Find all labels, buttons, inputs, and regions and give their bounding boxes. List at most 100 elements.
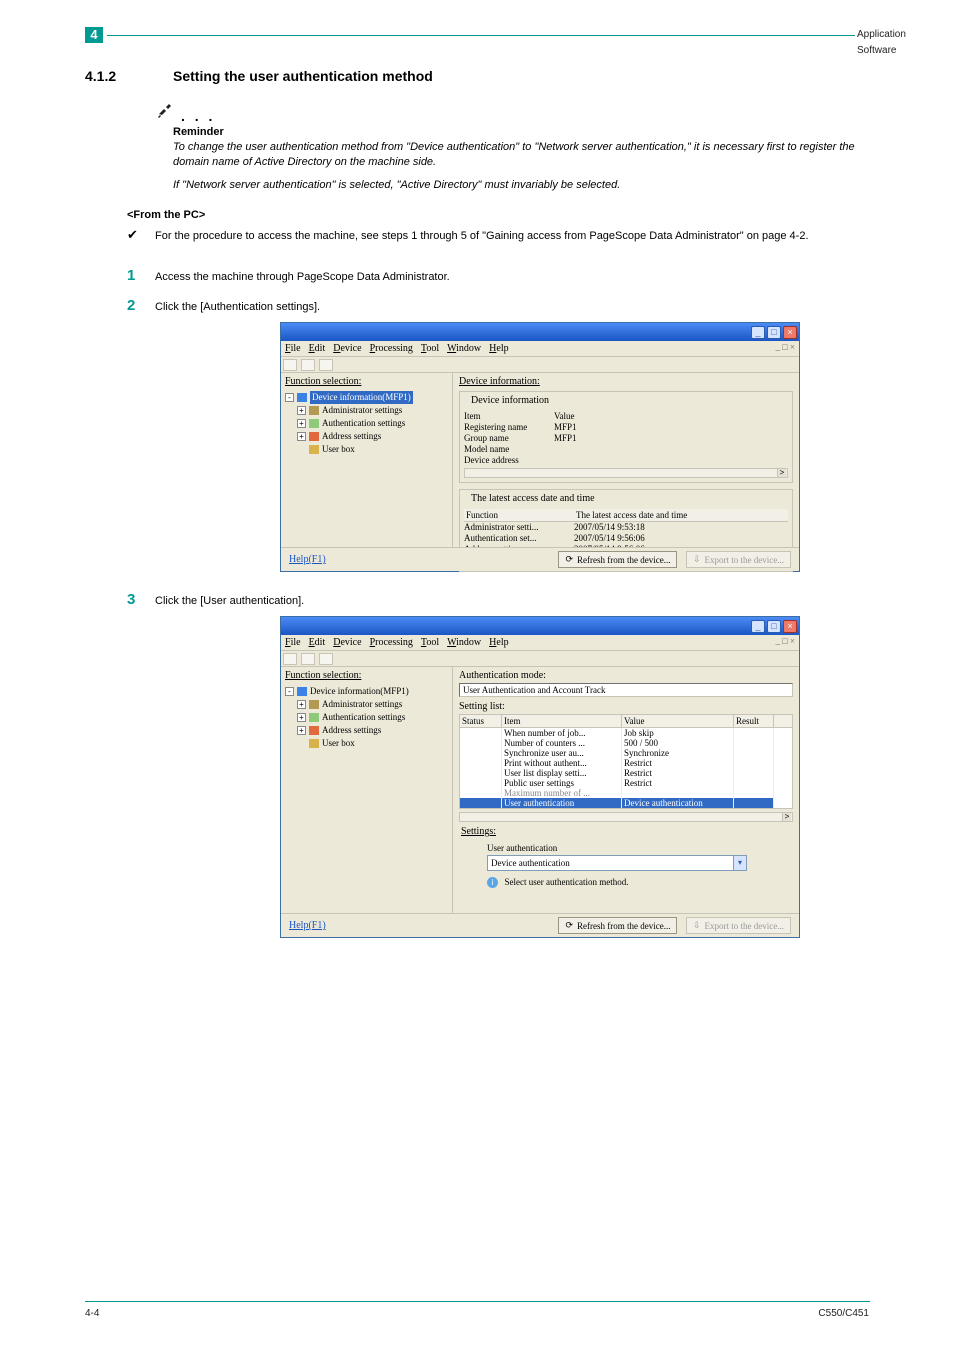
tree-admin[interactable]: + Administrator settings: [285, 404, 448, 417]
minimize-button[interactable]: _: [751, 326, 765, 339]
tree-addr[interactable]: + Address settings: [285, 724, 448, 737]
footer-rule: [85, 1301, 870, 1302]
menu-help[interactable]: Help: [489, 637, 508, 648]
menu-window[interactable]: Window: [447, 637, 481, 648]
mdi-caption-buttons: _ □ ×: [775, 342, 795, 352]
menu-window[interactable]: Window: [447, 343, 481, 354]
tree: - Device information(MFP1) + Administrat…: [285, 685, 448, 750]
cell: Group name: [464, 433, 554, 443]
expand-icon[interactable]: +: [297, 713, 306, 722]
maximize-button[interactable]: □: [767, 620, 781, 633]
maximize-button[interactable]: □: [767, 326, 781, 339]
cell: Model name: [464, 444, 554, 454]
titlebar: _ □ ×: [281, 617, 799, 635]
right-pane: Authentication mode: User Authentication…: [453, 667, 799, 913]
tree-auth[interactable]: + Authentication settings: [285, 711, 448, 724]
help-link[interactable]: Help(F1): [289, 920, 326, 931]
tree-item-label: User box: [322, 443, 355, 456]
left-pane: Function selection: - Device information…: [281, 667, 453, 913]
refresh-button[interactable]: ⟳ Refresh from the device...: [558, 551, 677, 568]
refresh-icon: ⟳: [565, 554, 573, 565]
cell-user-auth[interactable]: User authentication: [502, 798, 622, 808]
tool-icon[interactable]: [283, 653, 297, 665]
reminder-p1: To change the user authentication method…: [173, 140, 873, 170]
tree-admin[interactable]: + Administrator settings: [285, 698, 448, 711]
tool-icon[interactable]: [301, 359, 315, 371]
cell: Administrator setti...: [464, 522, 574, 532]
tree-device-info[interactable]: - Device information(MFP1): [285, 391, 448, 404]
menu-tool[interactable]: Tool: [421, 343, 439, 354]
menu-device[interactable]: Device: [333, 343, 361, 354]
expand-icon[interactable]: +: [297, 726, 306, 735]
tool-icon[interactable]: [301, 653, 315, 665]
scroll-stub[interactable]: >: [459, 812, 793, 822]
expand-icon[interactable]: -: [285, 687, 294, 696]
userbox-icon: [309, 445, 319, 454]
auth-icon: [309, 713, 319, 722]
menu-edit[interactable]: Edit: [309, 637, 326, 648]
auth-mode-label: Authentication mode:: [459, 670, 793, 681]
expand-icon[interactable]: +: [297, 432, 306, 441]
step1-text: Access the machine through PageScope Dat…: [155, 270, 870, 285]
scroll-stub[interactable]: >: [464, 468, 788, 478]
menu-tool[interactable]: Tool: [421, 637, 439, 648]
cell: MFP1: [554, 422, 788, 432]
scroll-right-icon[interactable]: >: [777, 469, 786, 477]
user-auth-combo[interactable]: Device authentication ▾: [487, 855, 747, 871]
menu-file[interactable]: File: [285, 637, 301, 648]
tree-userbox[interactable]: User box: [285, 443, 448, 456]
tree-device-info[interactable]: - Device information(MFP1): [285, 685, 448, 698]
reminder-hand-icon: [156, 100, 176, 120]
cell: [554, 444, 788, 454]
tree-addr[interactable]: + Address settings: [285, 430, 448, 443]
tool-icon[interactable]: [319, 359, 333, 371]
auth-icon: [309, 419, 319, 428]
setting-list[interactable]: When number of job...Job skip Number of …: [459, 728, 793, 809]
userbox-icon: [309, 739, 319, 748]
menu-processing[interactable]: Processing: [370, 343, 413, 354]
hint-text: Select user authentication method.: [505, 877, 629, 887]
cell: Device address: [464, 455, 554, 465]
close-button[interactable]: ×: [783, 620, 797, 633]
devinfo-title: Device information:: [459, 376, 793, 387]
tool-icon[interactable]: [283, 359, 297, 371]
cell: Synchronize: [622, 748, 734, 758]
menu-file[interactable]: File: [285, 343, 301, 354]
expand-icon[interactable]: -: [285, 393, 294, 402]
help-link[interactable]: Help(F1): [289, 554, 326, 565]
cell: Device authentication: [622, 798, 734, 808]
refresh-button[interactable]: ⟳ Refresh from the device...: [558, 917, 677, 934]
combo-value: Device authentication: [491, 858, 570, 868]
tree-auth[interactable]: + Authentication settings: [285, 417, 448, 430]
close-button[interactable]: ×: [783, 326, 797, 339]
minimize-button[interactable]: _: [751, 620, 765, 633]
refresh-icon: ⟳: [565, 920, 573, 931]
expand-icon[interactable]: +: [297, 406, 306, 415]
col-status: Status: [460, 715, 502, 727]
addr-icon: [309, 432, 319, 441]
col-function: Function: [464, 509, 574, 522]
expand-icon[interactable]: +: [297, 419, 306, 428]
tool-icon[interactable]: [319, 653, 333, 665]
menubar: File Edit Device Processing Tool Window …: [281, 635, 799, 651]
device-info-group: Device information Item Value Registerin…: [459, 391, 793, 483]
tree-item-label: Administrator settings: [322, 404, 402, 417]
btn-label: Refresh from the device...: [577, 921, 670, 931]
menu-device[interactable]: Device: [333, 637, 361, 648]
menu-edit[interactable]: Edit: [309, 343, 326, 354]
toolbar: [281, 357, 799, 373]
scroll-right-icon[interactable]: >: [782, 813, 791, 821]
step2-text: Click the [Authentication settings].: [155, 300, 870, 315]
addr-icon: [309, 726, 319, 735]
expand-icon[interactable]: +: [297, 700, 306, 709]
menu-processing[interactable]: Processing: [370, 637, 413, 648]
menu-help[interactable]: Help: [489, 343, 508, 354]
tree-userbox[interactable]: User box: [285, 737, 448, 750]
chevron-down-icon[interactable]: ▾: [733, 856, 746, 870]
export-icon: ⇩: [693, 554, 701, 565]
cell: Synchronize user au...: [502, 748, 622, 758]
step3-num: 3: [127, 591, 135, 608]
tree-item-label: Authentication settings: [322, 711, 405, 724]
reminder-label: Reminder: [173, 126, 224, 138]
col-value: Value: [554, 411, 788, 421]
